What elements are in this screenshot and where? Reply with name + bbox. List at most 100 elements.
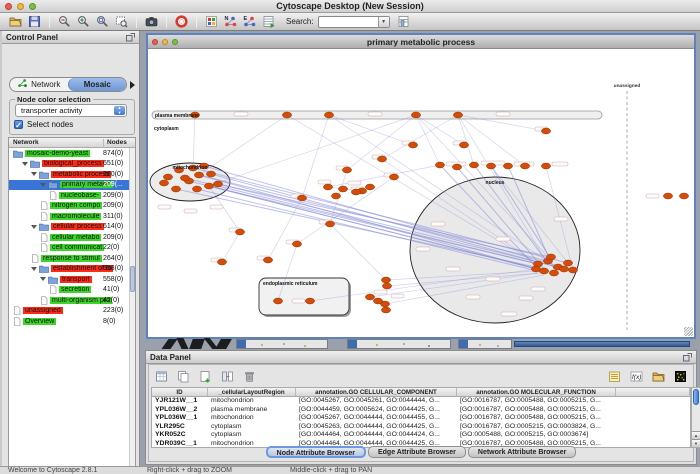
table-row[interactable]: YKR052Ccytoplasm[GO:0044464, GO:0044444,… [152, 431, 690, 440]
column-header[interactable]: annotation.GO CELLULAR_COMPONENT [296, 388, 457, 396]
tab-node-attribute-browser[interactable]: Node Attribute Browser [266, 446, 366, 458]
attribute-list-icon[interactable] [607, 369, 622, 384]
graph-node[interactable] [180, 175, 189, 181]
tree-row[interactable]: establishment of lo558(0) [9, 264, 135, 275]
tree-row[interactable]: mosaic-demo-yeast874(0) [9, 148, 135, 159]
tree-row[interactable]: biological_process651(0) [9, 159, 135, 170]
graph-node[interactable] [351, 189, 360, 195]
graph-node[interactable] [324, 112, 333, 118]
graph-node[interactable] [213, 181, 222, 187]
column-mapping-icon[interactable] [220, 369, 235, 384]
graph-node[interactable] [381, 307, 390, 313]
delete-attribute-icon[interactable] [242, 369, 257, 384]
graph-node[interactable] [331, 193, 340, 199]
float-panel-icon[interactable] [683, 353, 692, 362]
tree-row[interactable]: macromolecule311(0) [9, 211, 135, 222]
layout-edges-icon[interactable]: E [242, 14, 257, 29]
background-window-fragment[interactable] [347, 339, 451, 349]
graph-node[interactable] [453, 112, 462, 118]
tab-network-attribute-browser[interactable]: Network Attribute Browser [468, 446, 576, 458]
open-icon[interactable] [8, 14, 23, 29]
save-icon[interactable] [27, 14, 42, 29]
tree-row[interactable]: Overview8(0) [9, 316, 135, 327]
disclosure-triangle-icon[interactable] [40, 277, 46, 281]
select-attributes-icon[interactable] [154, 369, 169, 384]
matrix-view-icon[interactable] [673, 369, 688, 384]
tree-row[interactable]: transport558(0) [9, 274, 135, 285]
network-canvas[interactable]: plasma membranecytoplasmmitochondrionnuc… [148, 49, 694, 337]
graph-node[interactable] [297, 195, 306, 201]
copy-attribute-icon[interactable] [176, 369, 191, 384]
resize-grip[interactable] [684, 327, 693, 336]
zoom-selected-icon[interactable] [114, 14, 129, 29]
graph-node[interactable] [342, 167, 351, 173]
graph-node[interactable] [292, 241, 301, 247]
table-scrollbar[interactable]: ▲ ▼ [691, 387, 700, 448]
graph-node[interactable] [273, 298, 282, 304]
graph-node[interactable] [559, 266, 568, 272]
table-row[interactable]: YJR121W__1mitochondrion[GO:0045267, GO:0… [152, 397, 690, 406]
attribute-table[interactable]: ID_cellularLayoutRegionannotation.GO CEL… [151, 387, 691, 448]
zoom-out-icon[interactable] [57, 14, 72, 29]
graph-node[interactable] [469, 162, 478, 168]
vizmapper-icon[interactable] [204, 14, 219, 29]
graph-node[interactable] [389, 174, 398, 180]
graph-node[interactable] [486, 163, 495, 169]
graph-node[interactable] [159, 180, 168, 186]
column-header[interactable]: annotation.GO MOLECULAR_FUNCTION [457, 388, 616, 396]
graph-node[interactable] [163, 174, 172, 180]
import-table-icon[interactable] [261, 14, 276, 29]
scroll-up-icon[interactable]: ▲ [692, 431, 700, 439]
column-header[interactable]: ID [152, 388, 208, 396]
zoom-fit-icon[interactable] [95, 14, 110, 29]
background-window-fragment[interactable] [163, 337, 233, 349]
graph-node[interactable] [171, 186, 180, 192]
graph-node[interactable] [452, 164, 461, 170]
tree-row[interactable]: unassigned223(0) [9, 306, 135, 317]
tree-row[interactable]: cellular metabo209(0) [9, 232, 135, 243]
graph-node[interactable] [373, 298, 382, 304]
graph-node[interactable] [381, 277, 390, 283]
tree-row[interactable]: cellular process614(0) [9, 222, 135, 233]
import-attributes-icon[interactable] [651, 369, 666, 384]
graph-node[interactable] [541, 128, 550, 134]
table-row[interactable]: YPL036W__2plasma membrane[GO:0044459, GO… [152, 406, 690, 415]
graph-node[interactable] [194, 172, 203, 178]
tree-row[interactable]: nucleobase-209(0) [9, 190, 135, 201]
graph-node[interactable] [459, 142, 468, 148]
graph-node[interactable] [192, 186, 201, 192]
tree-row[interactable]: cell communicat22(0) [9, 243, 135, 254]
graph-node[interactable] [549, 270, 558, 276]
new-attribute-icon[interactable] [198, 369, 213, 384]
select-nodes-checkbox[interactable]: ✓ [14, 120, 23, 129]
tree-row[interactable]: metabolic process280(0) [9, 169, 135, 180]
graph-node[interactable] [408, 142, 417, 148]
network-window-titlebar[interactable]: primary metabolic process [148, 35, 694, 49]
tab-network[interactable]: Network [10, 78, 68, 91]
attribute-setup-icon[interactable] [396, 14, 411, 29]
color-attribute-dropdown[interactable]: transporter activity ▲▼ [15, 104, 127, 117]
disclosure-triangle-icon[interactable] [40, 183, 46, 187]
disclosure-triangle-icon[interactable] [31, 225, 37, 229]
graph-node[interactable] [323, 184, 332, 190]
graph-node[interactable] [563, 260, 572, 266]
tab-edge-attribute-browser[interactable]: Edge Attribute Browser [368, 446, 466, 458]
snapshot-icon[interactable] [144, 14, 159, 29]
graph-node[interactable] [365, 294, 374, 300]
graph-node[interactable] [217, 259, 226, 265]
graph-node[interactable] [435, 162, 444, 168]
graph-node[interactable] [546, 254, 555, 260]
background-window-fragment[interactable] [236, 339, 328, 349]
layout-nodes-icon[interactable]: N [223, 14, 238, 29]
search-dropdown-arrow[interactable]: ▼ [378, 17, 389, 27]
graph-node[interactable] [282, 112, 291, 118]
tab-mosaic[interactable]: Mosaic [68, 78, 127, 91]
graph-node[interactable] [541, 163, 550, 169]
disclosure-triangle-icon[interactable] [22, 162, 28, 166]
zoom-in-icon[interactable] [76, 14, 91, 29]
table-row[interactable]: YPL036W__1mitochondrion[GO:0045267, GO:0… [152, 414, 690, 423]
tree-row[interactable]: response to stimul264(0) [9, 253, 135, 264]
graph-node[interactable] [411, 112, 420, 118]
tree-row[interactable]: primary metabo209(... [9, 180, 135, 191]
search-input[interactable]: ▼ [318, 16, 390, 28]
